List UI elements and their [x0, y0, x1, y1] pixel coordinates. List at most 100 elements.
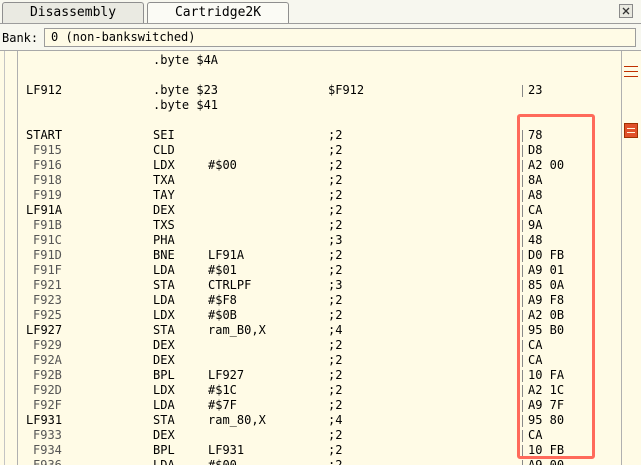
code-line[interactable]: F919 TAY ;2 A8	[18, 188, 621, 203]
code-operand: #$00	[208, 458, 237, 465]
code-cycles: ;2	[328, 218, 343, 232]
code-mnemonic: .byte $41	[153, 98, 219, 112]
code-operand: #$0B	[208, 308, 237, 322]
code-operand: LF91A	[208, 248, 245, 262]
code-line[interactable]: LF912 .byte $23 $F912 23	[18, 83, 621, 98]
code-line[interactable]: F933 DEX ;2 CA	[18, 428, 621, 443]
code-bytes: A2 1C	[521, 383, 565, 397]
code-line[interactable]: F91C PHA ;3 48	[18, 233, 621, 248]
tab-bar: Disassembly Cartridge2K	[0, 0, 641, 24]
code-cycles: ;2	[328, 383, 343, 397]
code-line[interactable]: START SEI ;2 78	[18, 128, 621, 143]
code-label: F934	[33, 443, 62, 457]
code-cycles: ;4	[328, 323, 343, 337]
code-bytes: 78	[521, 128, 543, 142]
close-icon[interactable]	[619, 4, 633, 18]
code-bytes: A8	[521, 188, 543, 202]
code-line[interactable]: F92B BPL LF927 ;2 10 FA	[18, 368, 621, 383]
breakpoint-gutter[interactable]	[0, 51, 18, 465]
code-cycles: $F912	[328, 83, 365, 97]
bank-field[interactable]: 0 (non-bankswitched)	[44, 28, 636, 47]
code-label: F915	[33, 143, 62, 157]
code-line[interactable]: .byte $4A	[18, 53, 621, 68]
code-mnemonic: LDX	[153, 158, 175, 172]
code-bytes: 85 0A	[521, 278, 565, 292]
code-line[interactable]: F91F LDA #$01 ;2 A9 01	[18, 263, 621, 278]
code-mnemonic: LDA	[153, 398, 175, 412]
code-mnemonic: STA	[153, 278, 175, 292]
code-mnemonic: TAY	[153, 188, 175, 202]
code-line[interactable]: F934 BPL LF931 ;2 10 FB	[18, 443, 621, 458]
code-label: F92A	[33, 353, 62, 367]
code-bytes: D8	[521, 143, 543, 157]
code-cycles: ;2	[328, 398, 343, 412]
bank-bar: Bank: 0 (non-bankswitched)	[0, 24, 641, 51]
code-bytes: A9 01	[521, 263, 565, 277]
code-label: F923	[33, 293, 62, 307]
code-operand: #$7F	[208, 398, 237, 412]
code-line[interactable]: .byte $41	[18, 98, 621, 113]
tab-disassembly[interactable]: Disassembly	[2, 2, 144, 23]
code-bytes: A2 0B	[521, 308, 565, 322]
code-operand: #$F8	[208, 293, 237, 307]
code-line[interactable]: F92A DEX ;2 CA	[18, 353, 621, 368]
vertical-scrollbar[interactable]	[621, 51, 641, 465]
code-bytes: D0 FB	[521, 248, 565, 262]
code-line[interactable]: F91B TXS ;2 9A	[18, 218, 621, 233]
code-line[interactable]: F929 DEX ;2 CA	[18, 338, 621, 353]
code-mnemonic: TXA	[153, 173, 175, 187]
code-label: START	[26, 128, 63, 142]
code-cycles: ;2	[328, 293, 343, 307]
code-mnemonic: DEX	[153, 353, 175, 367]
code-bytes: 23	[521, 83, 543, 97]
code-line[interactable]: F92F LDA #$7F ;2 A9 7F	[18, 398, 621, 413]
code-cycles: ;2	[328, 188, 343, 202]
code-bytes: CA	[521, 428, 543, 442]
code-line[interactable]: F923 LDA #$F8 ;2 A9 F8	[18, 293, 621, 308]
code-bytes: A2 00	[521, 158, 565, 172]
code-line[interactable]: F921 STA CTRLPF ;3 85 0A	[18, 278, 621, 293]
code-mnemonic: LDA	[153, 263, 175, 277]
code-line[interactable]	[18, 113, 621, 128]
code-line[interactable]	[18, 68, 621, 83]
code-mnemonic: LDA	[153, 293, 175, 307]
code-line[interactable]: LF927 STA ram_B0,X ;4 95 B0	[18, 323, 621, 338]
code-line[interactable]: F915 CLD ;2 D8	[18, 143, 621, 158]
code-label: F92F	[33, 398, 62, 412]
code-line[interactable]: F92D LDX #$1C ;2 A2 1C	[18, 383, 621, 398]
code-operand: ram_B0,X	[208, 323, 266, 337]
code-line[interactable]: F916 LDX #$00 ;2 A2 00	[18, 158, 621, 173]
code-label: F91B	[33, 218, 62, 232]
code-line[interactable]: F925 LDX #$0B ;2 A2 0B	[18, 308, 621, 323]
code-mnemonic: DEX	[153, 203, 175, 217]
disassembly-listing[interactable]: .byte $4A LF912 .byte $23 $F912 23 .byte $41 S…	[18, 51, 621, 465]
code-line[interactable]: F91D BNE LF91A ;2 D0 FB	[18, 248, 621, 263]
code-bytes: 10 FB	[521, 443, 565, 457]
code-label: F92D	[33, 383, 62, 397]
code-line[interactable]: LF91A DEX ;2 CA	[18, 203, 621, 218]
code-line[interactable]: F918 TXA ;2 8A	[18, 173, 621, 188]
code-mnemonic: BPL	[153, 443, 175, 457]
code-mnemonic: STA	[153, 413, 175, 427]
scrollbar-thumb[interactable]	[624, 123, 638, 138]
code-bytes: A9 00	[521, 458, 564, 465]
code-mnemonic: TXS	[153, 218, 175, 232]
code-cycles: ;4	[328, 413, 343, 427]
code-cycles: ;2	[328, 428, 343, 442]
code-cycles: ;2	[328, 458, 343, 465]
code-bytes: 95 B0	[521, 323, 565, 337]
code-label: F936	[33, 458, 62, 465]
code-label: LF927	[26, 323, 63, 337]
scrollbar-marker	[624, 66, 638, 67]
code-operand: #$00	[208, 158, 237, 172]
bank-label: Bank:	[2, 31, 39, 45]
code-label: F92B	[33, 368, 62, 382]
code-cycles: ;2	[328, 308, 343, 322]
tab-cartridge2k[interactable]: Cartridge2K	[147, 2, 289, 23]
code-label: LF912	[26, 83, 63, 97]
code-line[interactable]: LF931 STA ram_80,X ;4 95 80	[18, 413, 621, 428]
code-line[interactable]: F936 LDA #$00 ;2 A9 00	[18, 458, 621, 465]
code-bytes: 9A	[521, 218, 543, 232]
code-operand: CTRLPF	[208, 278, 252, 292]
code-cycles: ;2	[328, 248, 343, 262]
